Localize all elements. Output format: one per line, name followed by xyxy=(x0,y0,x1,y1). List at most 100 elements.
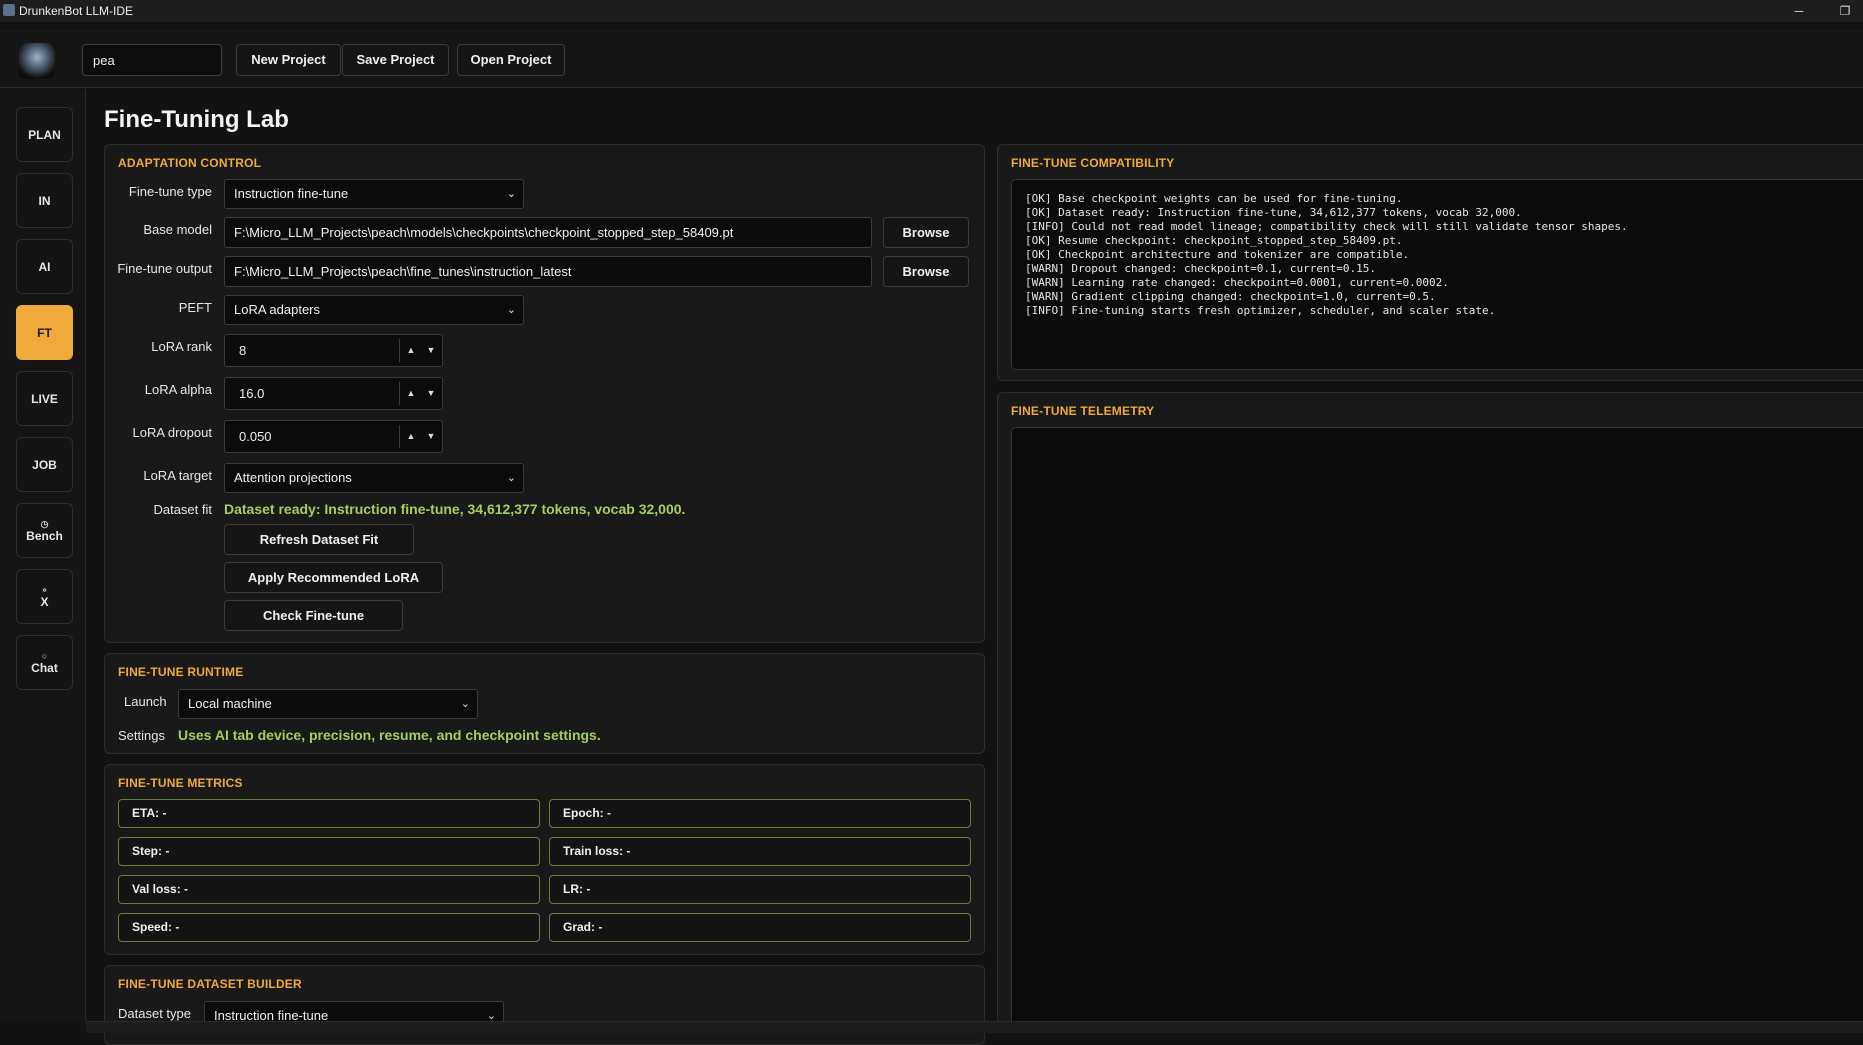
divider xyxy=(399,425,400,448)
metric-val-loss: Val loss: - xyxy=(118,875,540,904)
sidebar-item-label: Bench xyxy=(26,528,63,543)
spin-value: 8 xyxy=(239,343,247,358)
settings-status: Uses AI tab device, precision, resume, a… xyxy=(178,727,601,743)
window-title: DrunkenBot LLM-IDE xyxy=(19,4,134,18)
metric-speed: Speed: - xyxy=(118,913,540,942)
finetune-output-field[interactable]: F:\Micro_LLM_Projects\peach\fine_tunes\i… xyxy=(224,256,872,287)
page-title: Fine-Tuning Lab xyxy=(104,106,289,133)
chevron-down-icon: ⌄ xyxy=(506,304,516,316)
chevron-down-icon: ⌄ xyxy=(506,472,516,484)
adaptation-control-panel: ADAPTATION CONTROL Fine-tune type Instru… xyxy=(104,144,985,643)
app-icon xyxy=(3,4,15,16)
select-value: Instruction fine-tune xyxy=(234,186,349,201)
select-value: Local machine xyxy=(188,696,272,711)
spin-down-icon[interactable]: ▼ xyxy=(422,378,440,409)
minimize-icon[interactable]: ─ xyxy=(1781,1,1817,21)
dataset-type-label: Dataset type xyxy=(118,1006,191,1021)
finetune-telemetry-panel: FINE-TUNE TELEMETRY xyxy=(997,392,1863,1032)
open-project-button[interactable]: Open Project xyxy=(457,44,565,76)
sidebar-item-ai[interactable]: AI xyxy=(16,239,73,294)
sidebar-item-chat[interactable]: ○ Chat xyxy=(16,635,73,690)
sidebar-item-ft[interactable]: FT xyxy=(16,305,73,360)
lora-alpha-spinbox[interactable]: 16.0 ▲ ▼ xyxy=(224,377,443,410)
sidebar-item-bench[interactable]: ◷ Bench xyxy=(16,503,73,558)
lora-dropout-spinbox[interactable]: 0.050 ▲ ▼ xyxy=(224,420,443,453)
panel-title: ADAPTATION CONTROL xyxy=(118,156,262,170)
base-model-field[interactable]: F:\Micro_LLM_Projects\peach\models\check… xyxy=(224,217,872,248)
select-value: Attention projections xyxy=(234,470,352,485)
refresh-dataset-fit-button[interactable]: Refresh Dataset Fit xyxy=(224,524,414,555)
sidebar-item-label: PLAN xyxy=(28,127,61,142)
metric-grad: Grad: - xyxy=(549,913,971,942)
finetune-metrics-panel: FINE-TUNE METRICS ETA: - Epoch: - Step: … xyxy=(104,764,985,955)
sidebar-item-plan[interactable]: PLAN xyxy=(16,107,73,162)
drunkenbot-logo xyxy=(19,43,55,79)
divider xyxy=(399,382,400,405)
metric-lr: LR: - xyxy=(549,875,971,904)
chevron-down-icon: ⌄ xyxy=(460,698,470,710)
peft-select[interactable]: LoRA adapters ⌄ xyxy=(224,295,524,325)
settings-label: Settings xyxy=(118,728,165,743)
top-toolbar: New Project Save Project Open Project xyxy=(0,30,1863,88)
dot-icon: ⚬ xyxy=(40,584,49,595)
dataset-fit-status: Dataset ready: Instruction fine-tune, 34… xyxy=(224,501,686,517)
base-model-label: Base model xyxy=(143,222,212,237)
save-project-button[interactable]: Save Project xyxy=(342,44,449,76)
launch-select[interactable]: Local machine ⌄ xyxy=(178,689,478,719)
finetune-dataset-builder-panel: FINE-TUNE DATASET BUILDER Dataset type I… xyxy=(104,965,985,1045)
apply-recommended-lora-button[interactable]: Apply Recommended LoRA xyxy=(224,562,443,593)
base-model-browse-button[interactable]: Browse xyxy=(883,217,969,248)
metric-eta: ETA: - xyxy=(118,799,540,828)
panel-title: FINE-TUNE RUNTIME xyxy=(118,665,244,679)
sidebar-item-label: IN xyxy=(38,193,51,208)
sidebar-item-job[interactable]: JOB xyxy=(16,437,73,492)
panel-title: FINE-TUNE COMPATIBILITY xyxy=(1011,156,1175,170)
clock-icon: ◷ xyxy=(40,518,49,529)
compatibility-log[interactable]: [OK] Base checkpoint weights can be used… xyxy=(1011,179,1863,370)
sidebar-item-in[interactable]: IN xyxy=(16,173,73,228)
lora-rank-spinbox[interactable]: 8 ▲ ▼ xyxy=(224,334,443,367)
spin-up-icon[interactable]: ▲ xyxy=(402,421,420,452)
panel-title: FINE-TUNE TELEMETRY xyxy=(1011,404,1155,418)
sidebar-item-label: Chat xyxy=(31,660,58,675)
select-value: LoRA adapters xyxy=(234,302,321,317)
metric-train-loss: Train loss: - xyxy=(549,837,971,866)
panel-title: FINE-TUNE DATASET BUILDER xyxy=(118,977,302,991)
chevron-down-icon: ⌄ xyxy=(506,188,516,200)
finetune-compatibility-panel: FINE-TUNE COMPATIBILITY [OK] Base checkp… xyxy=(997,144,1863,381)
chat-icon: ○ xyxy=(41,650,48,661)
metric-epoch: Epoch: - xyxy=(549,799,971,828)
spin-value: 0.050 xyxy=(239,429,272,444)
check-finetune-button[interactable]: Check Fine-tune xyxy=(224,600,403,631)
sidebar-item-live[interactable]: LIVE xyxy=(16,371,73,426)
spin-down-icon[interactable]: ▼ xyxy=(422,335,440,366)
metric-step: Step: - xyxy=(118,837,540,866)
sidebar-item-label: JOB xyxy=(32,457,57,472)
sidebar-item-label: FT xyxy=(37,325,52,340)
finetune-output-browse-button[interactable]: Browse xyxy=(883,256,969,287)
lora-dropout-label: LoRA dropout xyxy=(132,425,212,440)
spin-up-icon[interactable]: ▲ xyxy=(402,378,420,409)
spin-down-icon[interactable]: ▼ xyxy=(422,421,440,452)
finetune-output-label: Fine-tune output xyxy=(117,261,212,276)
sidebar-item-label: AI xyxy=(38,259,51,274)
telemetry-log[interactable] xyxy=(1011,427,1863,1027)
finetune-type-label: Fine-tune type xyxy=(128,184,212,199)
project-name-input[interactable] xyxy=(82,44,222,76)
horizontal-scrollbar[interactable] xyxy=(86,1021,1863,1033)
sidebar-item-label: X xyxy=(40,594,49,609)
restore-icon[interactable]: ❐ xyxy=(1827,1,1863,21)
dataset-fit-label: Dataset fit xyxy=(153,502,212,517)
sidebar: PLAN IN AI FT LIVE JOB ◷ Bench ⚬ X ○ Cha… xyxy=(0,89,86,1021)
window-title-bar: DrunkenBot LLM-IDE ─ ❐ xyxy=(0,0,1863,22)
lora-rank-label: LoRA rank xyxy=(151,339,212,354)
finetune-type-select[interactable]: Instruction fine-tune ⌄ xyxy=(224,179,524,209)
new-project-button[interactable]: New Project xyxy=(236,44,341,76)
spin-up-icon[interactable]: ▲ xyxy=(402,335,420,366)
sidebar-item-x[interactable]: ⚬ X xyxy=(16,569,73,624)
lora-target-select[interactable]: Attention projections ⌄ xyxy=(224,463,524,493)
panel-title: FINE-TUNE METRICS xyxy=(118,776,243,790)
launch-label: Launch xyxy=(124,694,167,709)
peft-label: PEFT xyxy=(178,300,212,315)
lora-target-label: LoRA target xyxy=(143,468,212,483)
